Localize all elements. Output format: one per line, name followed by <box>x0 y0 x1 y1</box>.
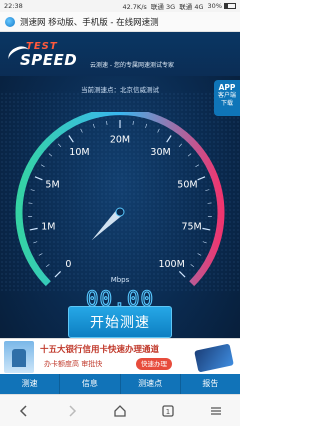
ad-person-illustration <box>4 341 34 373</box>
bottom-tab-bar: 测速 信息 测速点 报告 <box>0 374 240 394</box>
battery-icon <box>224 3 236 9</box>
speed-gauge: 01M5M10M20M30M50M75M100M Mbps 00.00 <box>15 112 225 312</box>
gauge-tick <box>202 227 211 231</box>
gauge-tick <box>178 143 183 147</box>
gauge-tick <box>197 176 206 181</box>
app-download-button[interactable]: APP 客户端 下载 <box>214 80 240 116</box>
credit-card-icon <box>194 343 234 373</box>
gauge-hub <box>115 207 125 217</box>
gauge-tick <box>57 143 62 147</box>
gauge-label: 75M <box>181 222 201 233</box>
tab-info[interactable]: 信息 <box>60 374 121 394</box>
gauge-tick <box>54 270 62 278</box>
tab-report[interactable]: 报告 <box>181 374 240 394</box>
ad-subline: 办卡额度高 审批快 <box>44 360 103 368</box>
gauge-tick <box>187 153 192 157</box>
gauge-label: 1M <box>41 222 55 233</box>
status-time: 22:38 <box>4 2 23 10</box>
status-network: 42.7K/s 联通 3G 联通 4G <box>122 3 204 11</box>
gauge-tick <box>80 128 83 133</box>
gauge-tick <box>29 227 38 231</box>
gauge-tick <box>38 253 43 256</box>
app-slogan: 云测速 - 您的专属网速测试专家 <box>90 62 174 69</box>
menu-icon[interactable] <box>204 399 228 423</box>
back-icon[interactable] <box>12 399 36 423</box>
battery-percent: 30% <box>207 2 222 10</box>
gauge-tick <box>202 241 207 244</box>
start-test-button[interactable]: 开始测速 <box>68 306 172 338</box>
speedtest-app: TEST SPEED 云测速 - 您的专属网速测试专家 当前测速点：北京信威测试… <box>0 32 240 374</box>
gauge-tick <box>48 153 53 157</box>
tab-test-points[interactable]: 测速点 <box>121 374 181 394</box>
gauge-unit: Mbps <box>111 276 130 284</box>
gauge-label: 10M <box>69 147 89 158</box>
gauge-tick <box>30 189 35 191</box>
server-label: 当前测速点：北京信威测试 <box>81 86 159 94</box>
gauge-label: 100M <box>158 259 184 270</box>
gauge-tick <box>34 176 43 181</box>
ad-cta-button[interactable]: 快速办理 <box>136 358 172 370</box>
gauge-tick <box>45 264 50 268</box>
gauge-label: 0 <box>65 259 71 270</box>
gauge-tick <box>33 241 38 244</box>
gauge-tick <box>205 189 210 191</box>
tabs-icon[interactable]: 1 <box>156 399 180 423</box>
browser-title-bar[interactable]: 测速网 移动版、手机版 - 在线网速测 <box>0 12 240 32</box>
gauge-tick <box>157 128 160 133</box>
gauge-tick <box>68 135 74 143</box>
gauge-tick <box>40 164 45 168</box>
forward-icon[interactable] <box>60 399 84 423</box>
ad-banner[interactable]: 十五大银行信用卡快速办理通道 办卡额度高 审批快 快速办理 <box>0 338 240 374</box>
home-icon[interactable] <box>108 399 132 423</box>
gauge-tick <box>132 120 134 125</box>
ad-headline: 十五大银行信用卡快速办理通道 <box>40 345 160 355</box>
gauge-tick <box>190 264 195 268</box>
gauge-tick <box>197 253 202 256</box>
gauge-tick <box>195 164 200 168</box>
gauge-tick <box>93 123 95 128</box>
app-header: TEST SPEED 云测速 - 您的专属网速测试专家 <box>0 32 240 76</box>
browser-nav-bar: 1 <box>0 394 240 426</box>
site-favicon-icon <box>5 16 15 27</box>
gauge-tick <box>106 120 108 125</box>
gauge-label: 5M <box>45 180 59 191</box>
gauge-label: 20M <box>110 135 130 146</box>
status-bar: 22:38 42.7K/s 联通 3G 联通 4G 30% <box>0 0 240 12</box>
gauge-label: 30M <box>150 147 170 158</box>
gauge-label: 50M <box>177 180 197 191</box>
testspeed-logo[interactable]: TEST SPEED <box>5 41 78 71</box>
svg-text:1: 1 <box>166 408 170 416</box>
tab-speedtest[interactable]: 测速 <box>0 374 61 394</box>
gauge-tick <box>178 270 186 278</box>
gauge-tick <box>145 123 147 128</box>
gauge-labels: 0 1M 5M 10M 20M 30M 50M 75M 100M <box>41 135 201 271</box>
gauge-tick <box>166 135 172 143</box>
page-title: 测速网 移动版、手机版 - 在线网速测 <box>20 17 159 28</box>
